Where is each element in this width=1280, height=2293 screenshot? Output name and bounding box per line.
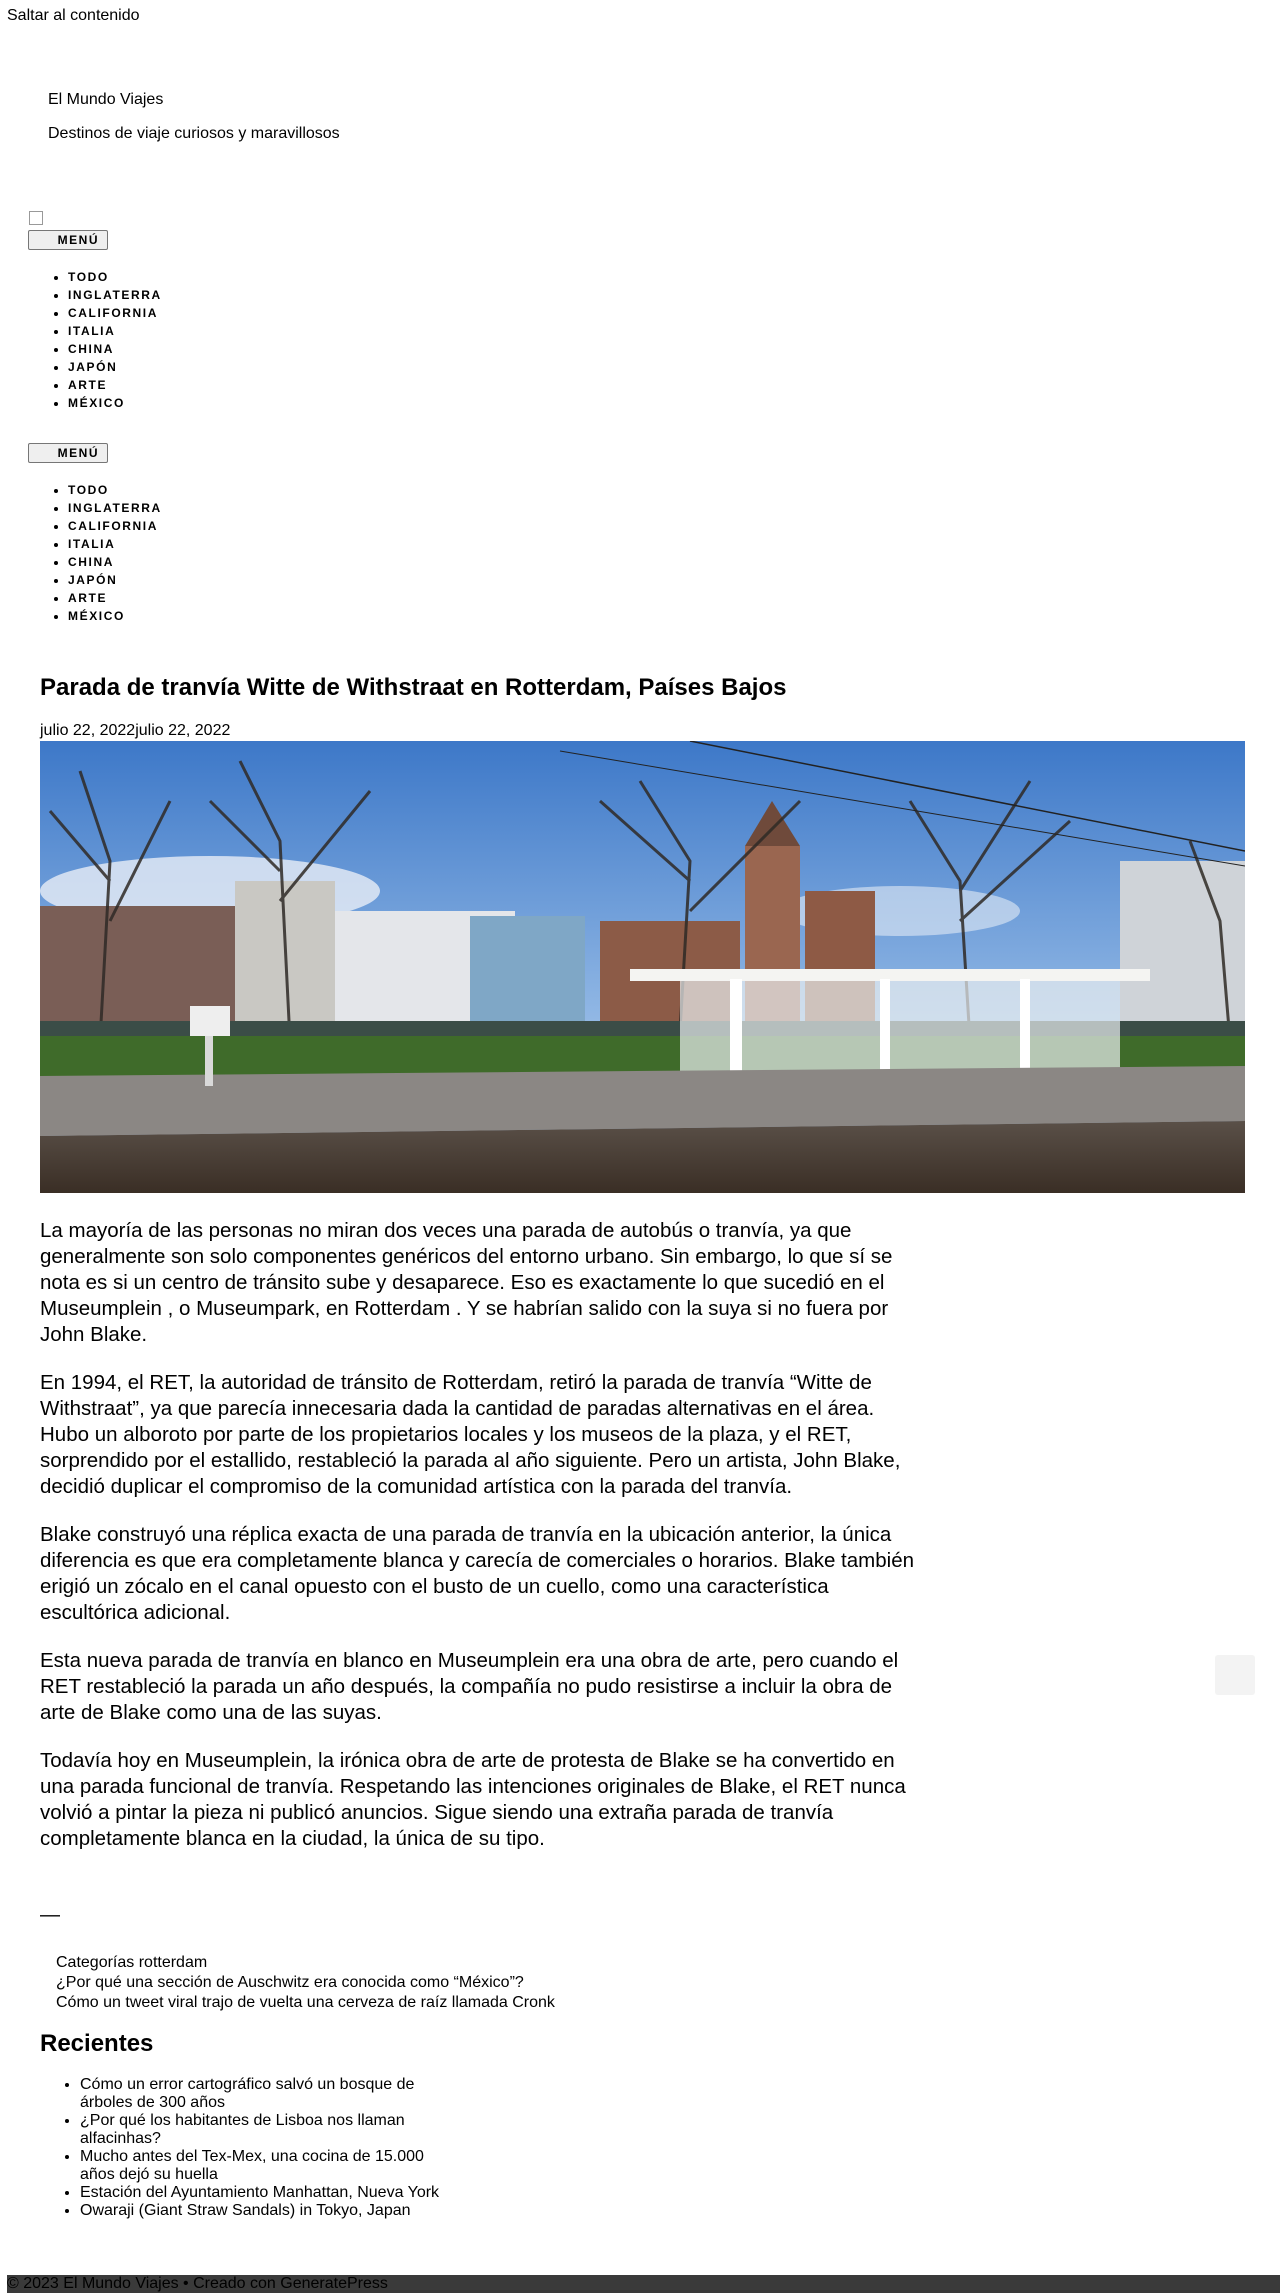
secondary-nav-list: TODO INGLATERRA CALIFORNIA ITALIA CHINA … xyxy=(28,481,162,625)
recent-post-item[interactable]: ¿Por qué los habitantes de Lisboa nos ll… xyxy=(80,2112,450,2148)
primary-nav-item-japon[interactable]: JAPÓN xyxy=(68,358,162,376)
recent-post-item[interactable]: Owaraji (Giant Straw Sandals) in Tokyo, … xyxy=(80,2202,450,2220)
skip-to-content-link[interactable]: Saltar al contenido xyxy=(7,7,140,25)
secondary-nav-item-inglaterra[interactable]: INGLATERRA xyxy=(68,499,162,517)
previous-post-title[interactable]: ¿Por qué una sección de Auschwitz era co… xyxy=(56,1974,524,1991)
site-description: Destinos de viaje curiosos y maravilloso… xyxy=(48,125,340,142)
menu-toggle-label: MENÚ xyxy=(57,446,99,460)
nav-link[interactable]: TODO xyxy=(68,483,109,497)
post-title: Parada de tranvía Witte de Withstraat en… xyxy=(40,674,787,701)
primary-nav-item-california[interactable]: CALIFORNIA xyxy=(68,304,162,322)
scroll-to-top-button[interactable] xyxy=(1215,1655,1255,1695)
nav-link[interactable]: ARTE xyxy=(68,591,107,605)
secondary-menu-toggle-button[interactable]: MENÚ xyxy=(28,443,108,463)
primary-nav-item-todo[interactable]: TODO xyxy=(68,268,162,286)
primary-menu-toggle-button[interactable]: MENÚ xyxy=(28,230,108,250)
secondary-nav-item-arte[interactable]: ARTE xyxy=(68,589,162,607)
featured-image-tram-stop xyxy=(40,741,1245,1193)
post-date: julio 22, 2022julio 22, 2022 xyxy=(40,722,231,739)
post-meta-footer: Categorías rotterdam ¿Por qué una secció… xyxy=(56,1953,555,2013)
secondary-nav-item-italia[interactable]: ITALIA xyxy=(68,535,162,553)
nav-link[interactable]: CALIFORNIA xyxy=(68,519,158,533)
next-post-title[interactable]: Cómo un tweet viral trajo de vuelta una … xyxy=(56,1994,555,2011)
site-title[interactable]: El Mundo Viajes xyxy=(48,91,163,109)
recent-post-link[interactable]: ¿Por qué los habitantes de Lisboa nos ll… xyxy=(80,2112,405,2147)
recent-post-link[interactable]: Owaraji (Giant Straw Sandals) in Tokyo, … xyxy=(80,2202,411,2219)
nav-link[interactable]: MÉXICO xyxy=(68,609,125,623)
post-categories[interactable]: Categorías rotterdam xyxy=(56,1953,555,1973)
recent-post-link[interactable]: Mucho antes del Tex-Mex, una cocina de 1… xyxy=(80,2148,424,2183)
nav-link[interactable]: MÉXICO xyxy=(68,396,125,410)
footer-copyright: © 2023 El Mundo Viajes • Creado con Gene… xyxy=(7,2275,388,2292)
post-paragraph: En 1994, el RET, la autoridad de tránsit… xyxy=(40,1371,901,1498)
nav-link[interactable]: TODO xyxy=(68,270,109,284)
post-paragraph: Todavía hoy en Museumplein, la irónica o… xyxy=(40,1749,906,1850)
nav-link[interactable]: INGLATERRA xyxy=(68,501,162,515)
recent-post-item[interactable]: Mucho antes del Tex-Mex, una cocina de 1… xyxy=(80,2148,450,2184)
post-paragraph: Blake construyó una réplica exacta de un… xyxy=(40,1523,914,1624)
post-content: La mayoría de las personas no miran dos … xyxy=(40,1218,920,1874)
recent-post-item[interactable]: Cómo un error cartográfico salvó un bosq… xyxy=(80,2076,450,2112)
nav-link[interactable]: CALIFORNIA xyxy=(68,306,158,320)
secondary-nav-item-japon[interactable]: JAPÓN xyxy=(68,571,162,589)
broken-logo-image[interactable] xyxy=(28,210,44,226)
primary-nav-item-china[interactable]: CHINA xyxy=(68,340,162,358)
recent-post-link[interactable]: Estación del Ayuntamiento Manhattan, Nue… xyxy=(80,2184,439,2201)
nav-link[interactable]: CHINA xyxy=(68,555,114,569)
site-footer: © 2023 El Mundo Viajes • Creado con Gene… xyxy=(7,2275,1280,2293)
secondary-nav-item-mexico[interactable]: MÉXICO xyxy=(68,607,162,625)
primary-nav-item-inglaterra[interactable]: INGLATERRA xyxy=(68,286,162,304)
hamburger-icon xyxy=(35,234,47,246)
primary-nav-list: TODO INGLATERRA CALIFORNIA ITALIA CHINA … xyxy=(28,268,162,412)
recent-post-item[interactable]: Estación del Ayuntamiento Manhattan, Nue… xyxy=(80,2184,450,2202)
separator: — xyxy=(40,1904,60,1926)
primary-nav-item-italia[interactable]: ITALIA xyxy=(68,322,162,340)
primary-nav-item-mexico[interactable]: MÉXICO xyxy=(68,394,162,412)
nav-link[interactable]: CHINA xyxy=(68,342,114,356)
recent-posts-list: Cómo un error cartográfico salvó un bosq… xyxy=(40,2076,450,2220)
nav-link[interactable]: ARTE xyxy=(68,378,107,392)
secondary-nav-item-california[interactable]: CALIFORNIA xyxy=(68,517,162,535)
menu-toggle-label: MENÚ xyxy=(57,233,99,247)
recent-posts-heading: Recientes xyxy=(40,2030,154,2057)
nav-link[interactable]: ITALIA xyxy=(68,537,115,551)
nav-link[interactable]: INGLATERRA xyxy=(68,288,162,302)
post-paragraph: Esta nueva parada de tranvía en blanco e… xyxy=(40,1649,899,1724)
next-post-link[interactable]: Cómo un tweet viral trajo de vuelta una … xyxy=(56,1993,555,2013)
nav-link[interactable]: JAPÓN xyxy=(68,573,117,587)
secondary-nav-item-china[interactable]: CHINA xyxy=(68,553,162,571)
nav-link[interactable]: ITALIA xyxy=(68,324,115,338)
post-paragraph: La mayoría de las personas no miran dos … xyxy=(40,1219,893,1346)
previous-post-link[interactable]: ¿Por qué una sección de Auschwitz era co… xyxy=(56,1973,555,1993)
secondary-nav-item-todo[interactable]: TODO xyxy=(68,481,162,499)
nav-link[interactable]: JAPÓN xyxy=(68,360,117,374)
recent-post-link[interactable]: Cómo un error cartográfico salvó un bosq… xyxy=(80,2076,414,2111)
hamburger-icon xyxy=(35,447,47,459)
primary-nav-item-arte[interactable]: ARTE xyxy=(68,376,162,394)
